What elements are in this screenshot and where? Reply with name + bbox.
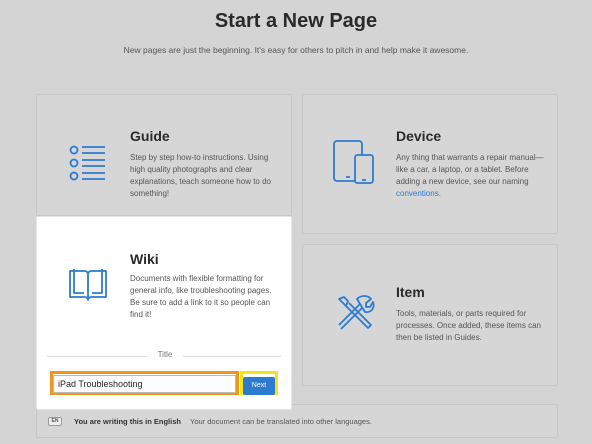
- item-description: Tools, materials, or parts required for …: [396, 309, 541, 342]
- devices-icon: [333, 139, 375, 190]
- page-title: Start a New Page: [214, 10, 378, 32]
- device-card[interactable]: Device Any thing that warrants a repair …: [302, 94, 558, 234]
- language-badge[interactable]: EN: [48, 417, 62, 426]
- device-description: Any thing that warrants a repair manual—…: [396, 153, 544, 198]
- title-input-highlight: [50, 371, 239, 395]
- item-card[interactable]: Item Tools, materials, or parts required…: [302, 244, 558, 386]
- book-icon: [68, 267, 108, 308]
- conventions-link[interactable]: conventions: [396, 189, 439, 198]
- guide-description: Step by step how-to instructions. Using …: [130, 153, 271, 198]
- next-button-highlight: Next: [240, 371, 278, 395]
- guide-card[interactable]: Guide Step by step how-to instructions. …: [36, 94, 292, 216]
- title-label: Title: [157, 350, 173, 359]
- guide-title: Guide: [130, 128, 170, 144]
- wiki-title: Wiki: [130, 251, 159, 267]
- page-subtitle: New pages are just the beginning. It's e…: [123, 45, 469, 55]
- wiki-card[interactable]: Wiki Documents with flexible formatting …: [36, 216, 292, 410]
- list-icon: [69, 144, 107, 187]
- language-note: Your document can be translated into oth…: [190, 417, 372, 426]
- title-divider: Title: [37, 350, 291, 364]
- device-title: Device: [396, 128, 442, 144]
- wiki-description: Documents with flexible formatting for g…: [130, 274, 272, 319]
- tools-icon: [335, 293, 375, 338]
- next-button[interactable]: Next: [243, 376, 275, 395]
- title-input[interactable]: [53, 375, 236, 393]
- language-status: You are writing this in English: [74, 417, 181, 426]
- item-title: Item: [396, 284, 425, 300]
